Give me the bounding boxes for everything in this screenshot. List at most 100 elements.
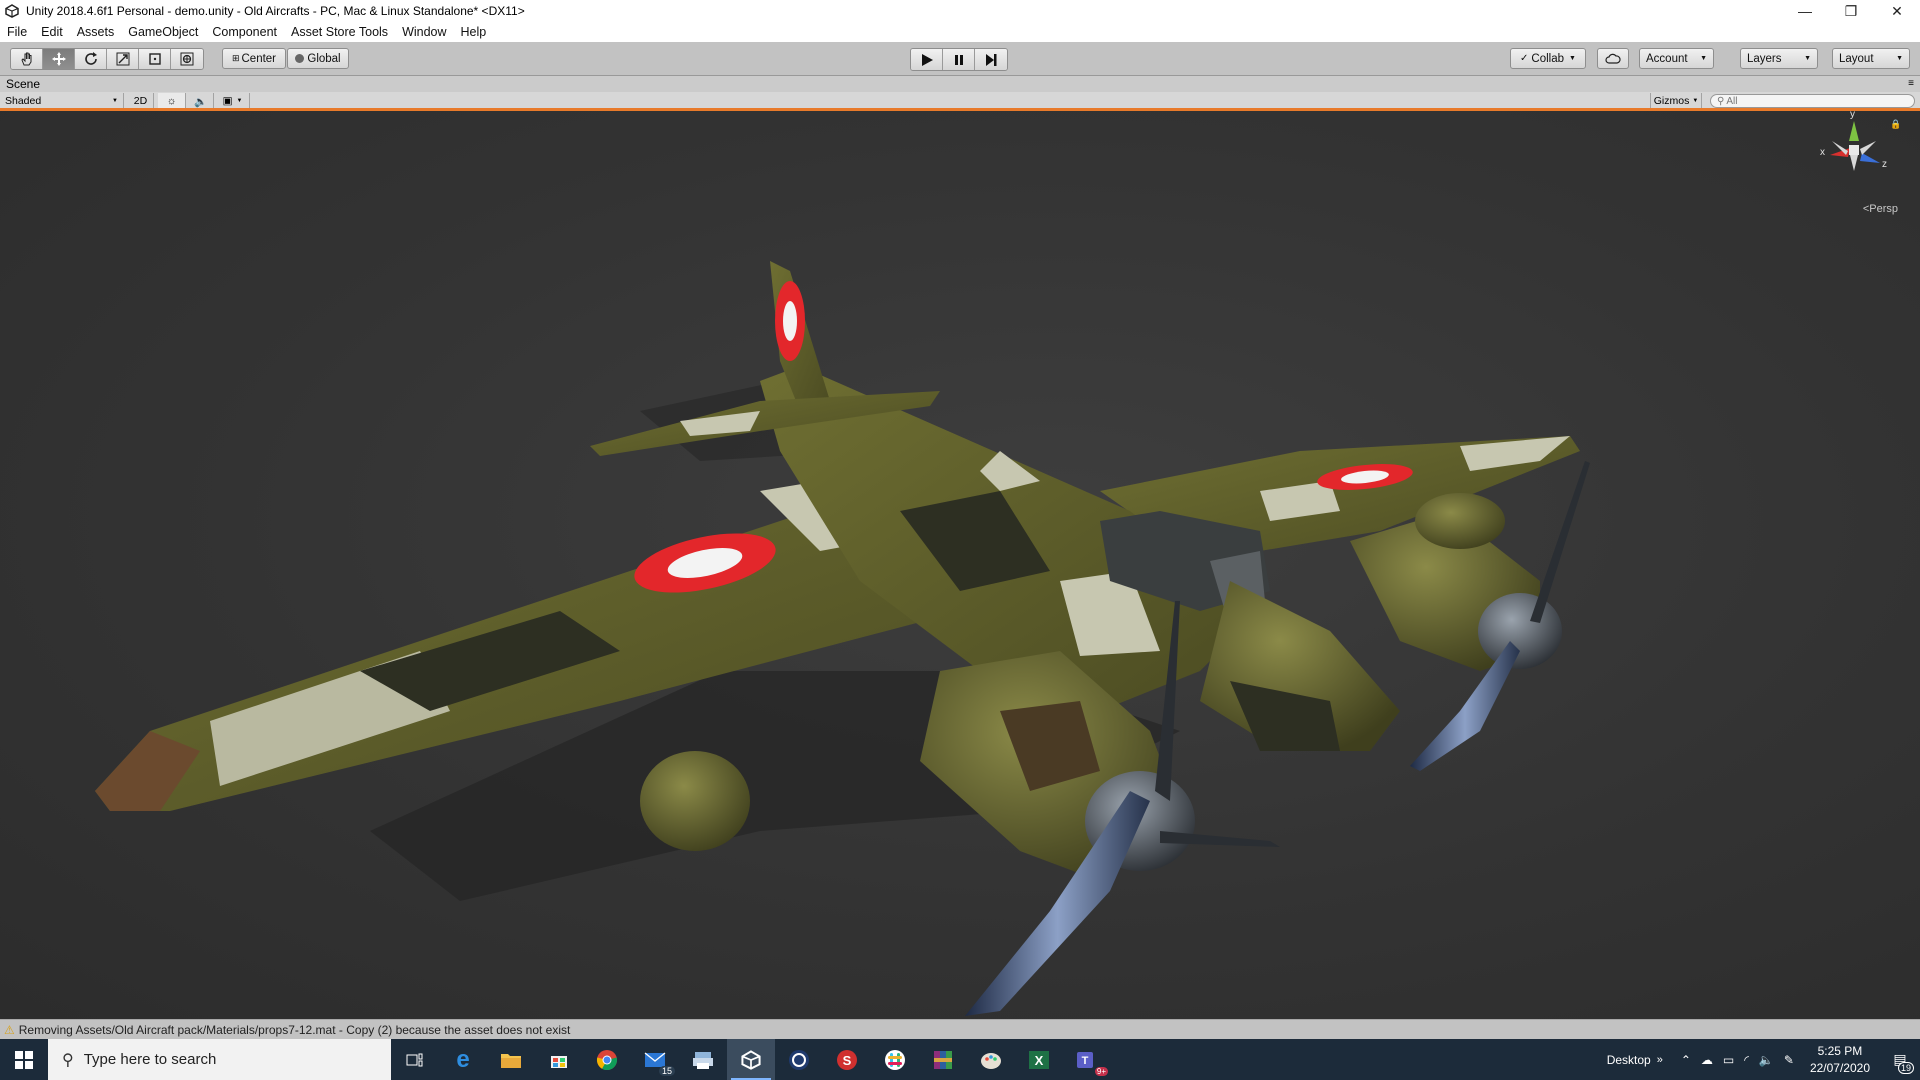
taskbar-paint[interactable]	[967, 1039, 1015, 1080]
transform-tool-button[interactable]	[171, 49, 203, 69]
taskbar-chrome[interactable]	[583, 1039, 631, 1080]
lock-icon[interactable]: 🔒	[1890, 119, 1901, 130]
chrome-icon	[596, 1049, 618, 1070]
cinema4d-icon	[789, 1049, 809, 1070]
play-button[interactable]	[911, 49, 943, 70]
taskbar-teams[interactable]: T 9+	[1063, 1039, 1111, 1080]
taskbar-substance[interactable]: S	[823, 1039, 871, 1080]
taskbar-search-input[interactable]: ⚲ Type here to search	[48, 1039, 391, 1080]
archive-icon	[934, 1050, 952, 1069]
hand-tool-button[interactable]	[11, 49, 43, 69]
task-view-icon	[406, 1053, 423, 1066]
taskbar-cinema4d[interactable]	[775, 1039, 823, 1080]
speaker-icon: 🔈	[193, 95, 208, 108]
rotate-tool-button[interactable]	[75, 49, 107, 69]
status-message: Removing Assets/Old Aircraft pack/Materi…	[18, 1022, 571, 1037]
draw-mode-dropdown[interactable]: Shaded ▼	[0, 93, 124, 109]
clock-time: 5:25 PM	[1817, 1043, 1863, 1058]
space-toggle-button[interactable]: Global	[287, 48, 349, 69]
task-view-button[interactable]	[391, 1039, 439, 1080]
cloud-sync-icon[interactable]: ☁	[1701, 1053, 1713, 1067]
layers-label: Layers	[1747, 52, 1782, 65]
2d-toggle-button[interactable]: 2D	[128, 93, 154, 109]
edge-icon: e	[456, 1045, 470, 1073]
dropdown-arrow-icon: ▼	[1569, 55, 1576, 62]
menu-assets[interactable]: Assets	[70, 25, 122, 39]
scale-tool-button[interactable]	[107, 49, 139, 69]
taskbar-unity[interactable]	[727, 1039, 775, 1080]
projection-label[interactable]: <Persp	[1863, 203, 1898, 215]
scene-viewport[interactable]: y x z 🔒 <Persp	[0, 111, 1920, 1019]
layers-dropdown[interactable]: Layers ▼	[1740, 48, 1818, 69]
collab-label: Collab	[1531, 52, 1565, 65]
taskbar-slack[interactable]	[871, 1039, 919, 1080]
account-dropdown[interactable]: Account ▼	[1639, 48, 1714, 69]
window-title: Unity 2018.4.6f1 Personal - demo.unity -…	[26, 4, 525, 18]
tab-menu-icon[interactable]: ≡	[1908, 76, 1914, 92]
minimize-button[interactable]: —	[1782, 0, 1828, 22]
pen-icon[interactable]: ✎	[1784, 1053, 1794, 1067]
pivot-toggle-button[interactable]: ⊞ Center	[222, 48, 286, 69]
transform-tools	[10, 48, 204, 70]
menu-help[interactable]: Help	[454, 25, 494, 39]
wifi-icon[interactable]: ◜	[1744, 1053, 1749, 1067]
lighting-toggle-button[interactable]: ☼	[158, 93, 186, 109]
mail-badge: 15	[658, 1066, 675, 1076]
teams-badge: 9+	[1094, 1067, 1108, 1076]
windows-taskbar: ⚲ Type here to search e 15 S X T 9+ Deskt…	[0, 1039, 1920, 1080]
menu-bar: File Edit Assets GameObject Component As…	[0, 22, 1920, 42]
excel-icon: X	[1029, 1050, 1049, 1069]
check-icon: ✓	[1520, 53, 1529, 64]
menu-gameobject[interactable]: GameObject	[121, 25, 205, 39]
menu-component[interactable]: Component	[205, 25, 284, 39]
teams-icon: T	[1077, 1051, 1093, 1068]
status-bar[interactable]: ⚠ Removing Assets/Old Aircraft pack/Mate…	[0, 1019, 1920, 1039]
axis-x-label: x	[1820, 147, 1825, 158]
menu-asset-store-tools[interactable]: Asset Store Tools	[284, 25, 395, 39]
clock[interactable]: 5:25 PM 22/07/2020	[1800, 1043, 1880, 1077]
action-center-button[interactable]: ▤ 19	[1880, 1039, 1920, 1080]
taskbar-excel[interactable]: X	[1015, 1039, 1063, 1080]
step-button[interactable]	[975, 49, 1007, 70]
gizmos-dropdown[interactable]: Gizmos ▼	[1650, 93, 1702, 109]
effects-dropdown[interactable]: ▣ ▼	[216, 93, 250, 109]
sun-icon: ☼	[166, 95, 177, 107]
close-button[interactable]: ✕	[1874, 0, 1920, 22]
search-icon: ⚲	[62, 1051, 74, 1069]
play-controls	[910, 48, 1008, 71]
scene-search-input[interactable]: ⚲ All	[1710, 94, 1915, 108]
chevron-up-icon[interactable]: ⌃	[1681, 1053, 1691, 1067]
store-icon	[551, 1055, 567, 1068]
start-button[interactable]	[0, 1039, 48, 1080]
chevron-right-icon[interactable]: »	[1657, 1054, 1663, 1066]
move-tool-button[interactable]	[43, 49, 75, 69]
menu-file[interactable]: File	[0, 25, 34, 39]
dropdown-arrow-icon: ▼	[1692, 98, 1699, 104]
collab-dropdown[interactable]: ✓ Collab ▼	[1510, 48, 1586, 69]
restore-button[interactable]: ❐	[1828, 0, 1874, 22]
dropdown-arrow-icon: ▼	[1804, 55, 1811, 62]
menu-edit[interactable]: Edit	[34, 25, 70, 39]
pause-button[interactable]	[943, 49, 975, 70]
notification-count: 19	[1897, 1062, 1914, 1074]
taskbar-edge[interactable]: e	[439, 1039, 487, 1080]
rect-tool-button[interactable]	[139, 49, 171, 69]
desktop-toolbar-label[interactable]: Desktop	[1607, 1053, 1651, 1067]
menu-window[interactable]: Window	[395, 25, 453, 39]
taskbar-file-explorer[interactable]	[487, 1039, 535, 1080]
dropdown-arrow-icon: ▼	[1700, 55, 1707, 62]
scene-tab[interactable]: Scene ≡	[0, 76, 1920, 92]
image-icon: ▣	[222, 95, 233, 107]
hand-icon	[20, 52, 31, 66]
battery-icon[interactable]: ▭	[1723, 1053, 1734, 1067]
taskbar-mail[interactable]: 15	[631, 1039, 679, 1080]
gizmos-label: Gizmos	[1653, 95, 1690, 107]
taskbar-winrar[interactable]	[919, 1039, 967, 1080]
taskbar-app-printer[interactable]	[679, 1039, 727, 1080]
layout-dropdown[interactable]: Layout ▼	[1832, 48, 1910, 69]
substance-icon: S	[837, 1049, 857, 1070]
volume-icon[interactable]: 🔈	[1759, 1053, 1774, 1067]
cloud-button[interactable]	[1597, 48, 1629, 69]
audio-toggle-button[interactable]: 🔈	[188, 93, 214, 109]
taskbar-store[interactable]	[535, 1039, 583, 1080]
